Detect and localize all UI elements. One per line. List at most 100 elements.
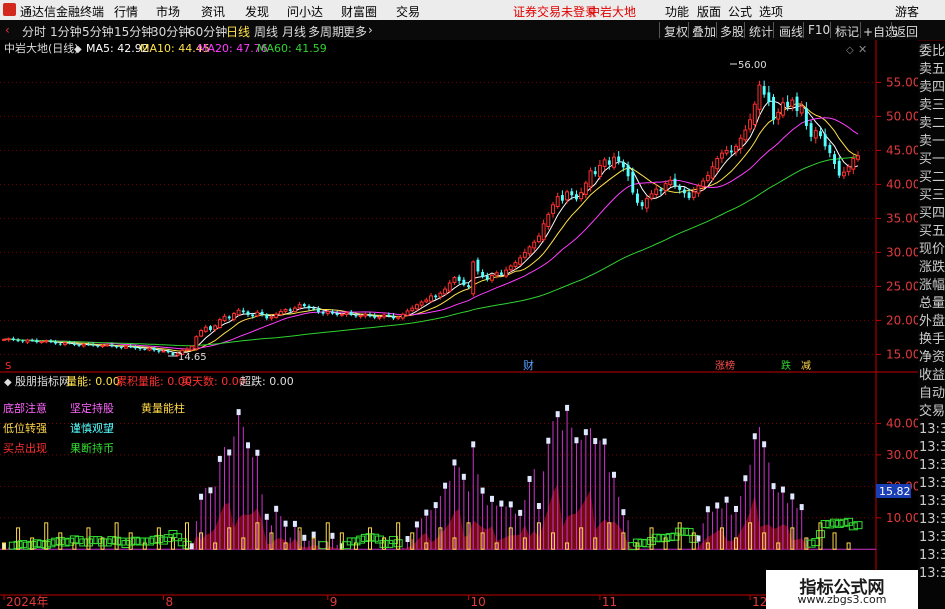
candle-body	[856, 155, 860, 160]
indicator-top-marker	[433, 502, 438, 509]
legend-cautious-watch: 谨慎观望	[70, 421, 114, 435]
candle-body	[396, 316, 401, 319]
candle-body	[236, 309, 241, 316]
candle-body	[823, 134, 827, 147]
candle-body	[678, 186, 682, 190]
quote-field[interactable]: 委比	[919, 43, 945, 61]
candle-body	[213, 325, 218, 331]
indicator-top-marker	[208, 487, 213, 494]
quote-field[interactable]: 卖一	[919, 133, 945, 151]
quote-field[interactable]: 13:31	[919, 457, 945, 475]
price-tick-label: 30.00	[886, 245, 920, 259]
candle-body	[575, 194, 578, 200]
candle-body	[16, 340, 20, 342]
chart-area[interactable]: 15.00 20.00 25.00 30.00 35.00 40.00 45.00 50.00…	[0, 0, 945, 609]
indicator-top-marker	[518, 509, 523, 516]
finance-event-marker[interactable]: 财	[523, 358, 534, 372]
indicator-top-marker	[236, 409, 241, 416]
reduce-marker[interactable]: 减	[801, 360, 811, 372]
candle-body	[786, 101, 790, 107]
quote-field[interactable]: 买五	[919, 223, 945, 241]
indicator-settings-icon[interactable]: ◆	[4, 377, 12, 388]
options-icon[interactable]: ◇	[846, 45, 854, 56]
date-tick-label: 8	[166, 595, 174, 609]
quote-field[interactable]: 买三	[919, 187, 945, 205]
settings-icon[interactable]: ◆	[74, 44, 82, 55]
candle-body	[485, 276, 489, 280]
quote-field[interactable]: 交易	[919, 403, 945, 421]
candle-body	[743, 129, 748, 141]
indicator-top-marker	[715, 502, 720, 509]
candle-body	[804, 108, 808, 126]
indicator-top-marker	[583, 429, 588, 436]
quote-field[interactable]: 13:31	[919, 439, 945, 457]
candle-body	[776, 111, 781, 120]
limit-up-marker[interactable]: 涨榜	[715, 359, 735, 372]
quote-field[interactable]: 买一	[919, 151, 945, 169]
quote-field[interactable]: 买四	[919, 205, 945, 223]
quote-field[interactable]: 涨跌	[919, 259, 945, 277]
candle-body	[339, 313, 344, 316]
indicator-top-marker	[743, 475, 748, 482]
fall-marker[interactable]: 跌	[781, 359, 791, 372]
close-pane-icon[interactable]: ✕	[858, 43, 867, 56]
candle-body	[124, 345, 128, 349]
quote-field[interactable]: 13:31	[919, 529, 945, 547]
candle-body	[147, 347, 152, 351]
candle-body	[331, 311, 334, 314]
quote-field[interactable]: 13:31	[919, 511, 945, 529]
price-tick-label: 25.00	[886, 279, 920, 293]
candle-body	[471, 261, 476, 295]
candle-body	[762, 86, 766, 95]
indicator-top-marker	[536, 503, 541, 510]
candle-body	[588, 170, 593, 188]
quote-field[interactable]: 自动	[919, 385, 945, 403]
quote-field[interactable]: 买二	[919, 169, 945, 187]
candle-body	[387, 314, 391, 317]
indicator-top-marker	[546, 437, 551, 444]
quote-field[interactable]: 总量	[919, 295, 945, 313]
candle-body	[255, 311, 260, 317]
quote-field[interactable]: 卖三	[919, 97, 945, 115]
quote-field[interactable]: 现价	[919, 241, 945, 259]
candle-body	[846, 166, 851, 173]
quote-field[interactable]: 13:31	[919, 475, 945, 493]
candle-body	[429, 295, 433, 302]
indicator-top-marker	[762, 441, 767, 448]
candle-body	[527, 246, 532, 255]
quote-field[interactable]: 净资	[919, 349, 945, 367]
candle-body	[21, 340, 25, 342]
quote-field[interactable]: 外盘	[919, 313, 945, 331]
candle-body	[424, 299, 429, 303]
indicator-top-marker	[612, 471, 616, 478]
candle-body	[203, 326, 208, 332]
quote-field[interactable]: 涨幅	[919, 277, 945, 295]
candle-body	[274, 313, 279, 319]
candle-body	[738, 137, 743, 149]
quote-field[interactable]: 13:31	[919, 493, 945, 511]
chart-title: 中岩大地(日线)	[4, 41, 79, 55]
candle-body	[508, 265, 513, 271]
quote-field[interactable]: 13:31	[919, 547, 945, 565]
candle-body	[663, 183, 668, 191]
candle-body	[617, 156, 621, 162]
indicator-top-marker	[405, 536, 410, 543]
quote-field[interactable]: 卖二	[919, 115, 945, 133]
legend-hold-cash: 果断持币	[70, 441, 114, 455]
candle-body	[462, 279, 466, 286]
candle-body	[813, 130, 818, 139]
candle-body	[819, 131, 822, 137]
quote-field[interactable]: 13:30	[919, 421, 945, 439]
quote-field[interactable]: 卖四	[919, 79, 945, 97]
quote-field[interactable]: 换手	[919, 331, 945, 349]
indicator-top-marker	[189, 543, 194, 550]
quote-field[interactable]: 卖五	[919, 61, 945, 79]
date-tick-label: 11	[602, 595, 617, 609]
candle-body	[518, 257, 523, 265]
candle-body	[49, 340, 53, 343]
quote-field[interactable]: 13:31	[919, 565, 945, 583]
candle-body	[734, 145, 738, 153]
quote-field[interactable]: 收益	[919, 367, 945, 385]
candle-body	[626, 164, 630, 177]
candle-body	[44, 340, 49, 343]
